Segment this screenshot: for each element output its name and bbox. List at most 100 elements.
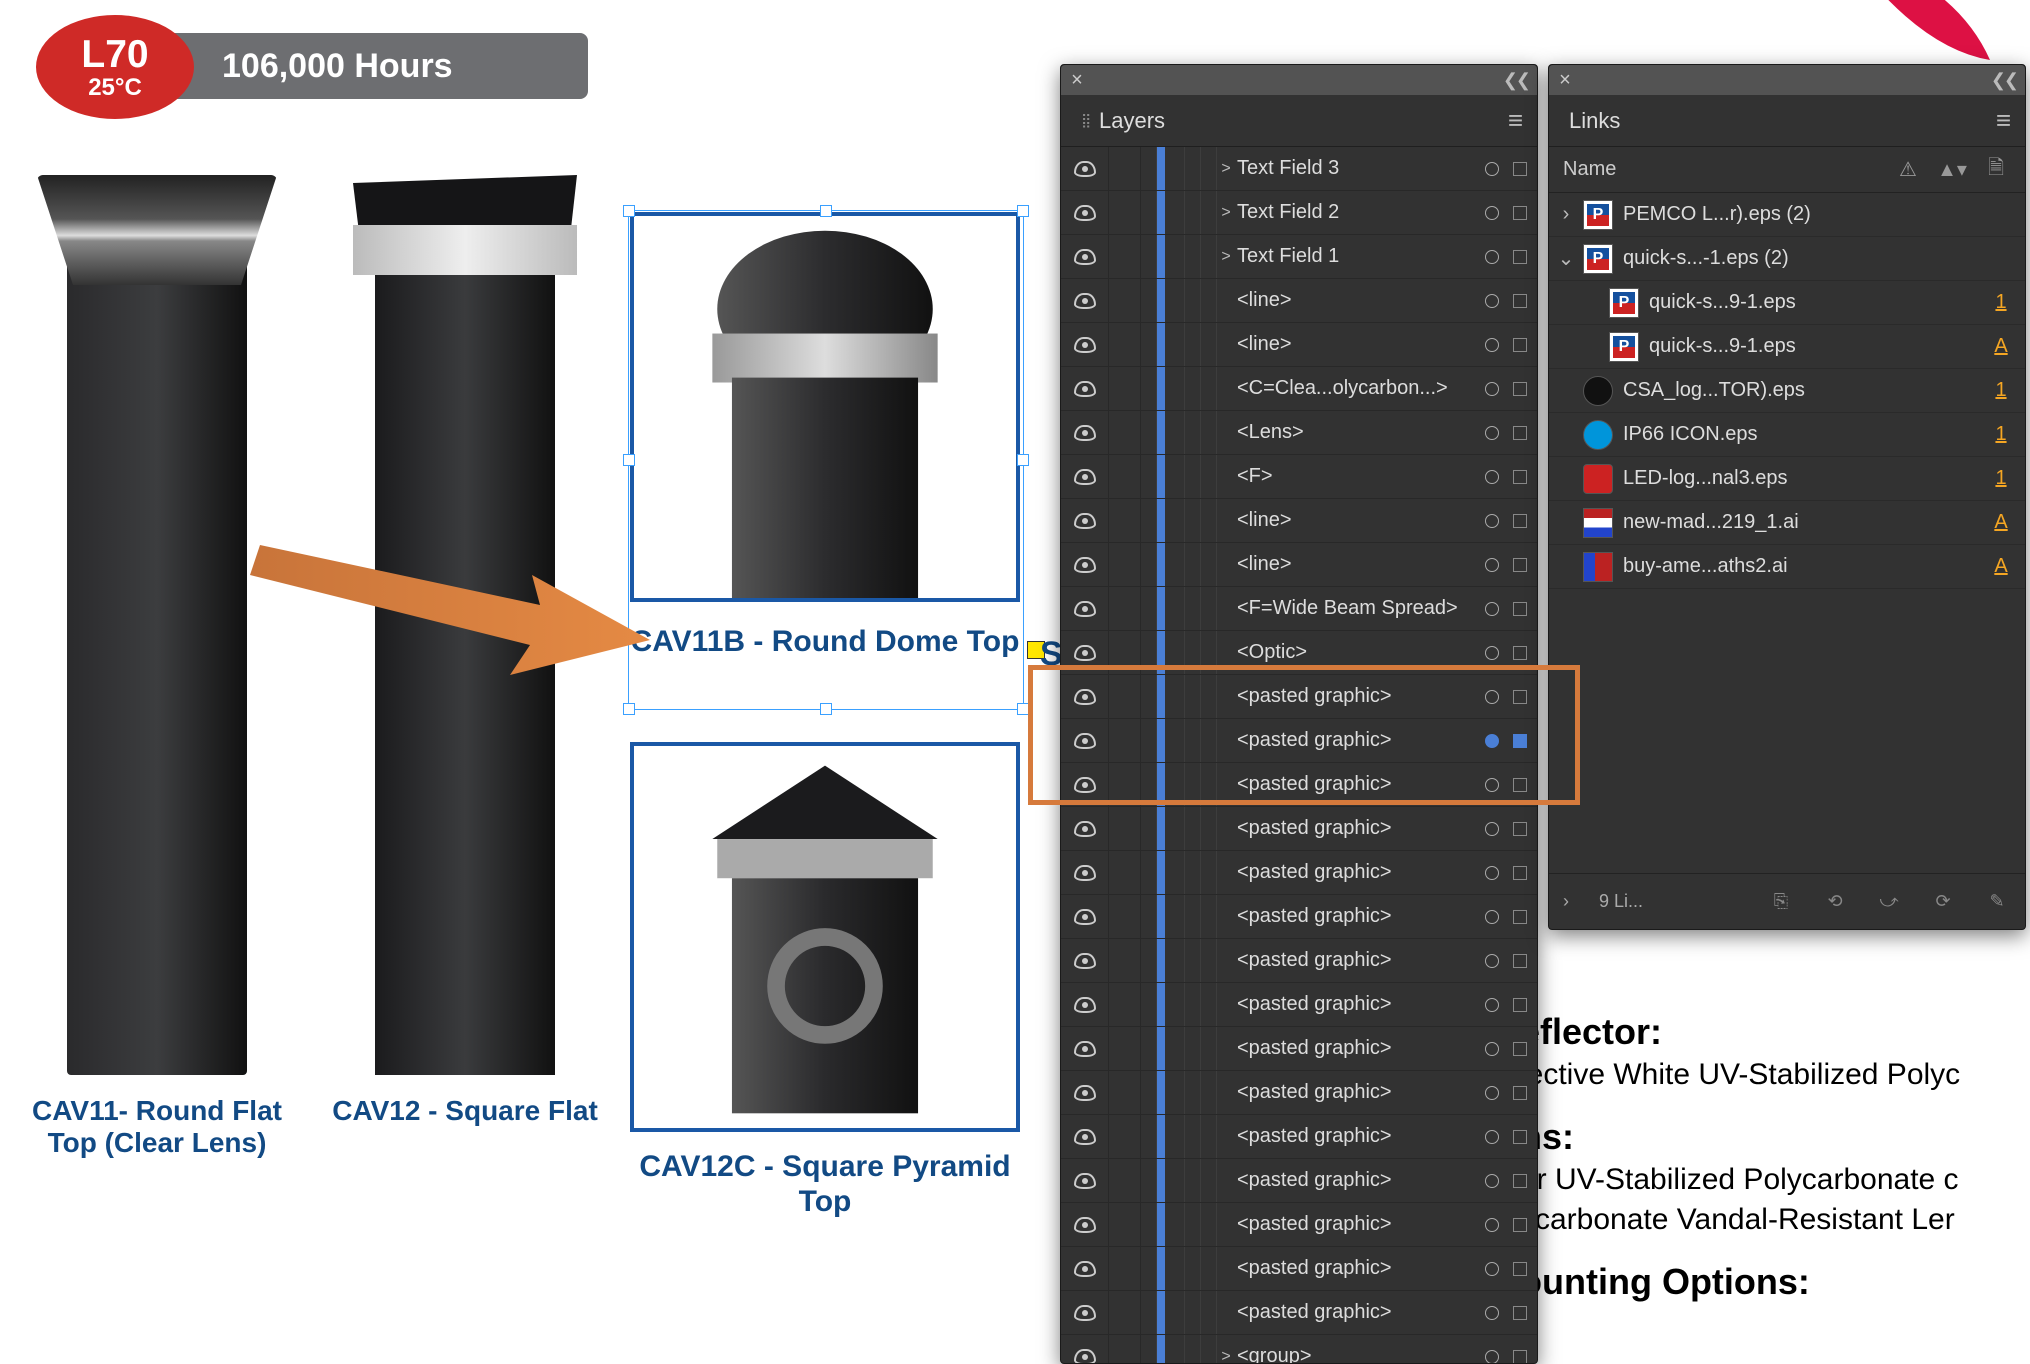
visibility-toggle[interactable] — [1061, 323, 1109, 366]
target-icon[interactable] — [1485, 734, 1499, 748]
selection-indicator[interactable] — [1513, 1130, 1527, 1144]
target-icon[interactable] — [1485, 1262, 1499, 1276]
chevron-right-icon[interactable]: › — [1563, 891, 1569, 912]
visibility-toggle[interactable] — [1061, 631, 1109, 674]
lock-toggle[interactable] — [1109, 807, 1141, 850]
layer-row[interactable]: <pasted graphic> — [1061, 763, 1537, 807]
selection-indicator[interactable] — [1513, 250, 1527, 264]
target-icon[interactable] — [1485, 1174, 1499, 1188]
link-row[interactable]: ›PEMCO L...r).eps (2) — [1549, 193, 2025, 237]
collapse-icon[interactable]: ❮❮ — [1991, 70, 2017, 91]
chevron-icon[interactable]: › — [1549, 203, 1583, 226]
layer-row[interactable]: ><group> — [1061, 1335, 1537, 1363]
selection-indicator[interactable] — [1513, 690, 1527, 704]
target-icon[interactable] — [1485, 822, 1499, 836]
layers-panel-titlebar[interactable]: × ❮❮ — [1061, 65, 1537, 95]
target-icon[interactable] — [1485, 954, 1499, 968]
layer-row[interactable]: <pasted graphic> — [1061, 983, 1537, 1027]
layer-row[interactable]: <pasted graphic> — [1061, 1291, 1537, 1335]
tab-links[interactable]: Links — [1549, 95, 1640, 146]
layer-row[interactable]: >Text Field 2 — [1061, 191, 1537, 235]
visibility-toggle[interactable] — [1061, 895, 1109, 938]
lock-toggle[interactable] — [1109, 367, 1141, 410]
selection-indicator[interactable] — [1513, 294, 1527, 308]
layer-row[interactable]: <line> — [1061, 499, 1537, 543]
layers-panel[interactable]: × ❮❮ ⣿ Layers ≡ >Text Field 3>Text Field… — [1060, 64, 1538, 1364]
visibility-toggle[interactable] — [1061, 719, 1109, 762]
lock-toggle[interactable] — [1109, 147, 1141, 190]
target-icon[interactable] — [1485, 646, 1499, 660]
visibility-toggle[interactable] — [1061, 675, 1109, 718]
visibility-toggle[interactable] — [1061, 147, 1109, 190]
link-row[interactable]: quick-s...9-1.epsA — [1549, 325, 2025, 369]
layer-row[interactable]: <pasted graphic> — [1061, 851, 1537, 895]
selection-indicator[interactable] — [1513, 910, 1527, 924]
visibility-toggle[interactable] — [1061, 1203, 1109, 1246]
target-icon[interactable] — [1485, 1306, 1499, 1320]
visibility-toggle[interactable] — [1061, 279, 1109, 322]
layer-row[interactable]: <F> — [1061, 455, 1537, 499]
collapse-icon[interactable]: ❮❮ — [1503, 70, 1529, 91]
layer-row[interactable]: <pasted graphic> — [1061, 1115, 1537, 1159]
target-icon[interactable] — [1485, 250, 1499, 264]
lock-toggle[interactable] — [1109, 499, 1141, 542]
chevron-right-icon[interactable]: > — [1217, 248, 1235, 266]
selection-indicator[interactable] — [1513, 778, 1527, 792]
edit-original-icon[interactable]: ✎ — [1983, 890, 2011, 914]
selection-indicator[interactable] — [1513, 1262, 1527, 1276]
visibility-toggle[interactable] — [1061, 1115, 1109, 1158]
lock-toggle[interactable] — [1109, 1115, 1141, 1158]
lock-toggle[interactable] — [1109, 1335, 1141, 1363]
lock-toggle[interactable] — [1109, 1159, 1141, 1202]
layer-row[interactable]: <line> — [1061, 279, 1537, 323]
layer-row[interactable]: <Lens> — [1061, 411, 1537, 455]
selection-indicator[interactable] — [1513, 514, 1527, 528]
selection-indicator[interactable] — [1513, 1174, 1527, 1188]
links-panel-titlebar[interactable]: × ❮❮ — [1549, 65, 2025, 95]
go-to-link-icon[interactable]: ⟲ — [1821, 890, 1849, 914]
close-icon[interactable]: × — [1557, 72, 1573, 88]
lock-toggle[interactable] — [1109, 631, 1141, 674]
visibility-toggle[interactable] — [1061, 1027, 1109, 1070]
visibility-toggle[interactable] — [1061, 1291, 1109, 1334]
target-icon[interactable] — [1485, 470, 1499, 484]
links-panel[interactable]: × ❮❮ Links ≡ Name ⚠ ▲▾ 🗎 ›PEMCO L...r).e… — [1548, 64, 2026, 930]
target-icon[interactable] — [1485, 558, 1499, 572]
layer-row[interactable]: <pasted graphic> — [1061, 1247, 1537, 1291]
update-link-icon[interactable]: ⤻ — [1875, 890, 1903, 914]
selection-handle-tr[interactable] — [1017, 205, 1029, 217]
link-row[interactable]: IP66 ICON.eps1 — [1549, 413, 2025, 457]
selection-indicator[interactable] — [1513, 470, 1527, 484]
lock-toggle[interactable] — [1109, 895, 1141, 938]
target-icon[interactable] — [1485, 514, 1499, 528]
lock-toggle[interactable] — [1109, 983, 1141, 1026]
selection-indicator[interactable] — [1513, 1042, 1527, 1056]
links-header-row[interactable]: Name ⚠ ▲▾ 🗎 — [1549, 147, 2025, 193]
layer-row[interactable]: <line> — [1061, 543, 1537, 587]
visibility-toggle[interactable] — [1061, 411, 1109, 454]
lock-toggle[interactable] — [1109, 543, 1141, 586]
selection-handle-bl[interactable] — [623, 703, 635, 715]
target-icon[interactable] — [1485, 998, 1499, 1012]
chevron-icon[interactable]: ⌄ — [1549, 246, 1583, 271]
visibility-toggle[interactable] — [1061, 939, 1109, 982]
target-icon[interactable] — [1485, 866, 1499, 880]
selection-indicator[interactable] — [1513, 162, 1527, 176]
link-row[interactable]: new-mad...219_1.aiA — [1549, 501, 2025, 545]
visibility-toggle[interactable] — [1061, 1159, 1109, 1202]
visibility-toggle[interactable] — [1061, 499, 1109, 542]
link-row[interactable]: quick-s...9-1.eps1 — [1549, 281, 2025, 325]
selection-indicator[interactable] — [1513, 646, 1527, 660]
layer-row[interactable]: <pasted graphic> — [1061, 895, 1537, 939]
target-icon[interactable] — [1485, 426, 1499, 440]
layer-row[interactable]: <pasted graphic> — [1061, 1203, 1537, 1247]
visibility-toggle[interactable] — [1061, 1071, 1109, 1114]
selection-indicator[interactable] — [1513, 602, 1527, 616]
selection-handle-bm[interactable] — [820, 703, 832, 715]
visibility-toggle[interactable] — [1061, 543, 1109, 586]
relink-icon[interactable]: ⎘ — [1767, 890, 1795, 914]
target-icon[interactable] — [1485, 602, 1499, 616]
visibility-toggle[interactable] — [1061, 367, 1109, 410]
target-icon[interactable] — [1485, 1218, 1499, 1232]
layer-row[interactable]: <C=Clea...olycarbon...> — [1061, 367, 1537, 411]
